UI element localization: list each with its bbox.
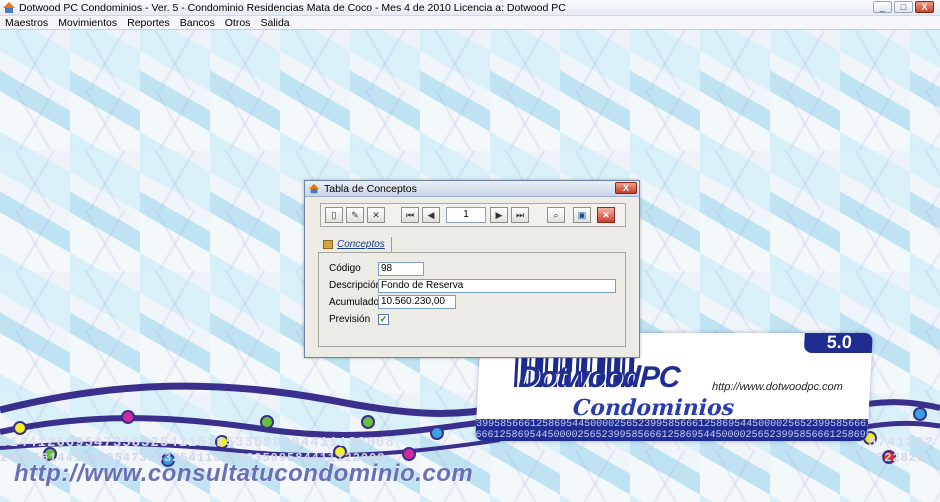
logo-text: DotwoodPC <box>517 361 681 394</box>
menu-movimientos[interactable]: Movimientos <box>53 17 122 29</box>
cancel-icon: ✕ <box>602 209 610 220</box>
record-number-field[interactable]: 1 <box>446 207 486 223</box>
prevision-checkbox[interactable]: ✓ <box>378 314 389 325</box>
menu-bar: Maestros Movimientos Reportes Bancos Otr… <box>0 16 940 30</box>
dialog-toolbar: ▯ ✎ ✕ ⏮ ◀ 1 ▶ ⏭ ⌕ ▣ ✕ <box>320 203 626 227</box>
codigo-label: Código <box>329 263 361 274</box>
digits-strip-right-1: 5741232 <box>868 435 934 451</box>
save-button[interactable]: ▣ <box>573 207 591 223</box>
tab-conceptos[interactable]: Conceptos <box>323 237 392 252</box>
tab-conceptos-label: Conceptos <box>337 239 385 250</box>
title-bar: Dotwood PC Condominios - Ver. 5 - Condom… <box>0 0 940 16</box>
dialog-title: Tabla de Conceptos <box>324 182 417 195</box>
website-url: http://www.consultatucondominio.com <box>14 460 474 487</box>
menu-maestros[interactable]: Maestros <box>0 17 53 29</box>
search-icon: ⌕ <box>553 209 559 220</box>
descripcion-field[interactable]: Fondo de Reserva <box>378 279 616 293</box>
dialog-close-button[interactable]: X <box>615 182 637 194</box>
new-record-button[interactable]: ▯ <box>325 207 343 223</box>
digits-strip-1: 6144126695473583254115215335995844111220… <box>0 435 395 451</box>
folder-icon <box>323 240 333 249</box>
prevision-label: Previsión <box>329 314 371 325</box>
next-icon: ▶ <box>495 209 503 220</box>
first-icon: ⏮ <box>405 209 415 220</box>
cancel-button[interactable]: ✕ <box>597 207 615 223</box>
logo-digits: 3995856661258695445000025652399585666125… <box>475 419 869 441</box>
logo-url: http://www.dotwoodpc.com <box>711 381 844 393</box>
floppy-disk-icon: ▣ <box>577 209 587 220</box>
search-button[interactable]: ⌕ <box>547 207 565 223</box>
menu-reportes[interactable]: Reportes <box>122 17 175 29</box>
acumulado-field[interactable]: 10.560.230,00 <box>378 295 456 309</box>
close-button[interactable]: X <box>915 1 934 13</box>
codigo-field[interactable]: 98 <box>378 262 424 276</box>
digits-strip-right-2: 522820 <box>876 451 926 465</box>
version-badge: 5.0 <box>803 333 873 353</box>
dialog-title-bar: Tabla de Conceptos X <box>305 181 639 197</box>
edit-record-button[interactable]: ✎ <box>346 207 364 223</box>
new-document-icon: ▯ <box>331 209 337 220</box>
delete-record-button[interactable]: ✕ <box>367 207 385 223</box>
house-icon <box>308 183 320 193</box>
previous-record-button[interactable]: ◀ <box>422 207 440 223</box>
menu-bancos[interactable]: Bancos <box>175 17 220 29</box>
menu-salida[interactable]: Salida <box>255 17 294 29</box>
delete-icon: ✕ <box>372 209 380 220</box>
house-icon <box>3 1 15 14</box>
minimize-button[interactable]: _ <box>873 1 892 13</box>
first-record-button[interactable]: ⏮ <box>401 207 419 223</box>
descripcion-label: Descripción <box>329 280 382 291</box>
restore-button[interactable]: □ <box>894 1 913 13</box>
acumulado-label: Acumulado <box>329 297 380 308</box>
pencil-icon: ✎ <box>351 209 359 220</box>
logo-subtitle: Condominios <box>572 395 735 421</box>
menu-otros[interactable]: Otros <box>220 17 256 29</box>
checkmark-icon: ✓ <box>379 314 388 324</box>
window-title: Dotwood PC Condominios - Ver. 5 - Condom… <box>19 1 566 14</box>
last-record-button[interactable]: ⏭ <box>511 207 529 223</box>
next-record-button[interactable]: ▶ <box>490 207 508 223</box>
conceptos-dialog: Tabla de Conceptos X ▯ ✎ ✕ ⏮ ◀ 1 ▶ ⏭ ⌕ ▣… <box>304 180 640 358</box>
last-icon: ⏭ <box>515 209 525 220</box>
previous-icon: ◀ <box>427 209 435 220</box>
